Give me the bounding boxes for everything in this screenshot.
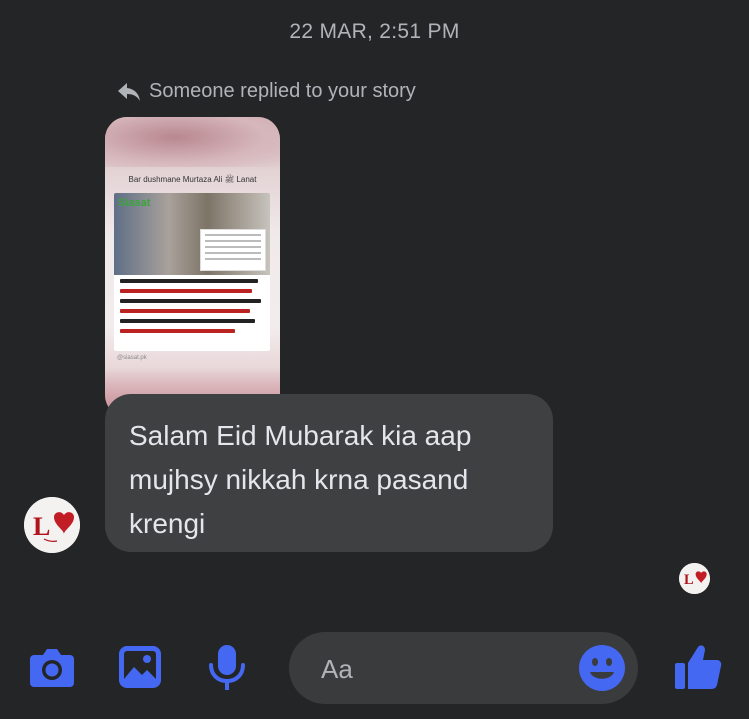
story-caption: Bar dushmane Murtaza Ali ﷺ Lanat [128, 175, 257, 184]
story-tweet-screenshot [200, 229, 266, 271]
reply-arrow-icon [117, 82, 141, 102]
story-handle: @siasat.pk [117, 355, 147, 361]
story-news-card: Siasat [114, 193, 270, 351]
story-preview[interactable]: Bar dushmane Murtaza Ali ﷺ Lanat Siasat … [105, 117, 280, 417]
svg-text:L: L [33, 512, 50, 541]
emoji-icon[interactable] [579, 645, 625, 691]
story-reply-notice: Someone replied to your story [117, 80, 416, 103]
story-urdu-text [120, 279, 264, 339]
like-icon[interactable] [673, 643, 723, 696]
reply-notice-text: Someone replied to your story [149, 80, 416, 102]
svg-text:L: L [684, 572, 694, 588]
sender-avatar[interactable]: L [24, 497, 80, 553]
message-bubble[interactable]: Salam Eid Mubarak kia aap mujhsy nikkah … [105, 394, 553, 552]
image-icon[interactable] [117, 643, 163, 696]
microphone-icon[interactable] [207, 643, 247, 698]
message-timestamp: 22 MAR, 2:51 PM [289, 20, 460, 43]
story-logo: Siasat [118, 197, 151, 209]
story-blur-top [105, 117, 280, 167]
message-input[interactable] [319, 650, 553, 688]
message-composer[interactable] [289, 632, 638, 704]
read-receipt-avatar: L [679, 563, 710, 594]
camera-icon[interactable] [28, 645, 76, 694]
